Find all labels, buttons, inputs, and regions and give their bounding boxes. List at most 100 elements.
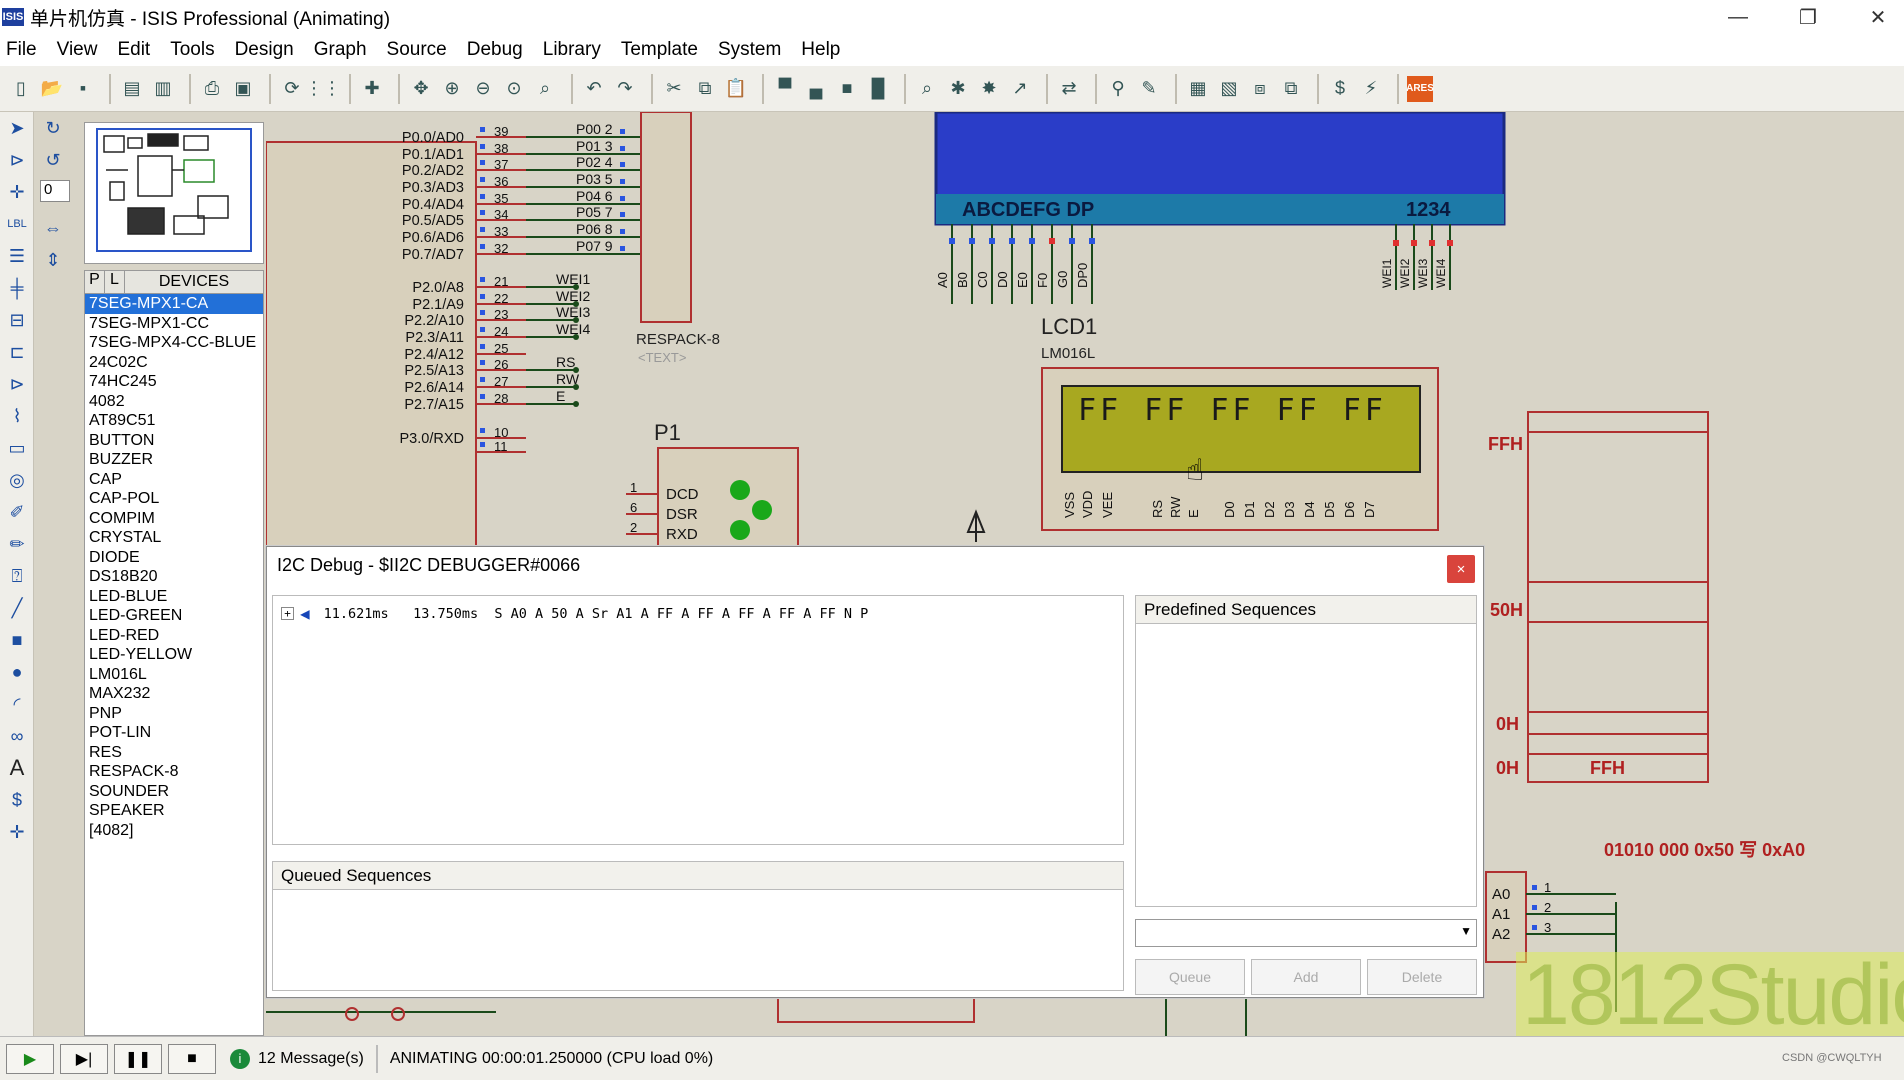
queue-button[interactable]: Queue (1135, 959, 1245, 995)
minimize-button[interactable]: — (1710, 0, 1766, 34)
voltage-probe-mode-icon[interactable]: ✐ (0, 496, 34, 528)
block-delete-icon[interactable]: █ (865, 76, 891, 102)
ares-icon[interactable]: ARES (1406, 75, 1434, 102)
device-list[interactable]: 7SEG-MPX1-CA 7SEG-MPX1-CC 7SEG-MPX4-CC-BLU… (84, 294, 264, 1036)
device-item[interactable]: POT-LIN (85, 723, 263, 743)
device-pin-mode-icon[interactable]: ⊳ (0, 368, 34, 400)
block-move-icon[interactable]: ▄ (803, 76, 829, 102)
packaging-icon[interactable]: ✸ (976, 76, 1002, 102)
zoom-out-icon[interactable]: ⊖ (470, 76, 496, 102)
predefined-sequences-panel[interactable]: Predefined Sequences (1135, 595, 1477, 907)
device-item[interactable]: CAP-POL (85, 489, 263, 509)
log-entry[interactable]: + ◀ 11.621ms 13.750ms S A0 A 50 A Sr A1 … (281, 604, 868, 623)
circle-mode-icon[interactable]: ● (0, 656, 34, 688)
device-item[interactable]: DS18B20 (85, 567, 263, 587)
device-item[interactable]: COMPIM (85, 509, 263, 529)
component-mode-icon[interactable]: ⊳ (0, 144, 34, 176)
device-item[interactable]: CAP (85, 470, 263, 490)
undo-icon[interactable]: ↶ (581, 76, 607, 102)
rotate-ccw-icon[interactable]: ↺ (36, 144, 70, 176)
stop-button[interactable]: ■ (168, 1043, 216, 1074)
property-tool-icon[interactable]: ✎ (1136, 76, 1162, 102)
generator-mode-icon[interactable]: ◎ (0, 464, 34, 496)
queued-sequences-panel[interactable]: Queued Sequences (272, 861, 1124, 991)
bill-of-materials-icon[interactable]: $ (1327, 76, 1353, 102)
zoom-area-icon[interactable]: ⌕ (532, 76, 558, 102)
pause-button[interactable]: ❚❚ (114, 1043, 162, 1074)
pick-devices-button[interactable]: P (85, 271, 105, 293)
menu-debug[interactable]: Debug (467, 39, 535, 61)
device-item[interactable]: LED-YELLOW (85, 645, 263, 665)
menu-view[interactable]: View (57, 39, 110, 61)
box-mode-icon[interactable]: ■ (0, 624, 34, 656)
cut-icon[interactable]: ✂ (661, 76, 687, 102)
tape-recorder-mode-icon[interactable]: ▭ (0, 432, 34, 464)
device-item[interactable]: 4082 (85, 392, 263, 412)
origin-icon[interactable]: ✚ (359, 76, 385, 102)
decompose-icon[interactable]: ↗ (1007, 76, 1033, 102)
graph-mode-icon[interactable]: ⌇ (0, 400, 34, 432)
paste-icon[interactable]: 📋 (723, 76, 749, 102)
path-mode-icon[interactable]: ∞ (0, 720, 34, 752)
line-mode-icon[interactable]: ╱ (0, 592, 34, 624)
print-icon[interactable]: ⎙ (199, 76, 225, 102)
block-copy-icon[interactable]: ▀ (772, 76, 798, 102)
delete-button[interactable]: Delete (1367, 959, 1477, 995)
device-item[interactable]: SPEAKER (85, 801, 263, 821)
grid-icon[interactable]: ⋮⋮ (305, 76, 341, 102)
pick-device-icon[interactable]: ⌕ (914, 76, 940, 102)
menu-system[interactable]: System (718, 39, 793, 61)
device-item[interactable]: LED-BLUE (85, 587, 263, 607)
device-item[interactable]: PNP (85, 704, 263, 724)
make-device-icon[interactable]: ✱ (945, 76, 971, 102)
device-item[interactable]: 74HC245 (85, 372, 263, 392)
library-manager-button[interactable]: L (105, 271, 125, 293)
virtual-instruments-mode-icon[interactable]: ⍰ (0, 560, 34, 592)
device-item[interactable]: 7SEG-MPX1-CA (85, 294, 263, 314)
add-button[interactable]: Add (1251, 959, 1361, 995)
rotate-cw-icon[interactable]: ↻ (36, 112, 70, 144)
messages-count[interactable]: 12 Message(s) (258, 1050, 364, 1068)
bus-mode-icon[interactable]: ╪ (0, 272, 34, 304)
marker-mode-icon[interactable]: ✛ (0, 816, 34, 848)
search-icon[interactable]: ⚲ (1105, 76, 1131, 102)
menu-graph[interactable]: Graph (314, 39, 379, 61)
terminal-mode-icon[interactable]: ⊏ (0, 336, 34, 368)
device-item[interactable]: DIODE (85, 548, 263, 568)
device-item[interactable]: RES (85, 743, 263, 763)
symbol-mode-icon[interactable]: $ (0, 784, 34, 816)
device-item[interactable]: [4082] (85, 821, 263, 841)
selection-mode-icon[interactable]: ➤ (0, 112, 34, 144)
menu-source[interactable]: Source (387, 39, 459, 61)
device-item[interactable]: BUTTON (85, 431, 263, 451)
close-window-button[interactable]: ✕ (1850, 0, 1904, 34)
import-icon[interactable]: ▤ (119, 76, 145, 102)
arc-mode-icon[interactable]: ◜ (0, 688, 34, 720)
menu-file[interactable]: File (6, 39, 49, 61)
subcircuit-mode-icon[interactable]: ⊟ (0, 304, 34, 336)
play-button[interactable]: ▶ (6, 1043, 54, 1074)
device-item[interactable]: MAX232 (85, 684, 263, 704)
device-item[interactable]: BUZZER (85, 450, 263, 470)
electrical-check-icon[interactable]: ⚡ (1358, 76, 1384, 102)
text-mode-icon[interactable]: A (0, 752, 34, 784)
goto-sheet-icon[interactable]: ⧉ (1278, 76, 1304, 102)
menu-design[interactable]: Design (235, 39, 306, 61)
zoom-in-icon[interactable]: ⊕ (439, 76, 465, 102)
device-item[interactable]: CRYSTAL (85, 528, 263, 548)
device-item[interactable]: RESPACK-8 (85, 762, 263, 782)
device-item[interactable]: 7SEG-MPX4-CC-BLUE (85, 333, 263, 353)
overview-thumbnail[interactable] (96, 128, 252, 252)
step-button[interactable]: ▶| (60, 1043, 108, 1074)
device-item[interactable]: LED-GREEN (85, 606, 263, 626)
menu-edit[interactable]: Edit (117, 39, 162, 61)
device-item[interactable]: 7SEG-MPX1-CC (85, 314, 263, 334)
export-icon[interactable]: ▥ (150, 76, 176, 102)
copy-icon[interactable]: ⧉ (692, 76, 718, 102)
junction-mode-icon[interactable]: ✛ (0, 176, 34, 208)
new-sheet-icon[interactable]: ▦ (1185, 76, 1211, 102)
device-item[interactable]: SOUNDER (85, 782, 263, 802)
device-item[interactable]: LM016L (85, 665, 263, 685)
text-script-mode-icon[interactable]: ☰ (0, 240, 34, 272)
menu-help[interactable]: Help (801, 39, 852, 61)
